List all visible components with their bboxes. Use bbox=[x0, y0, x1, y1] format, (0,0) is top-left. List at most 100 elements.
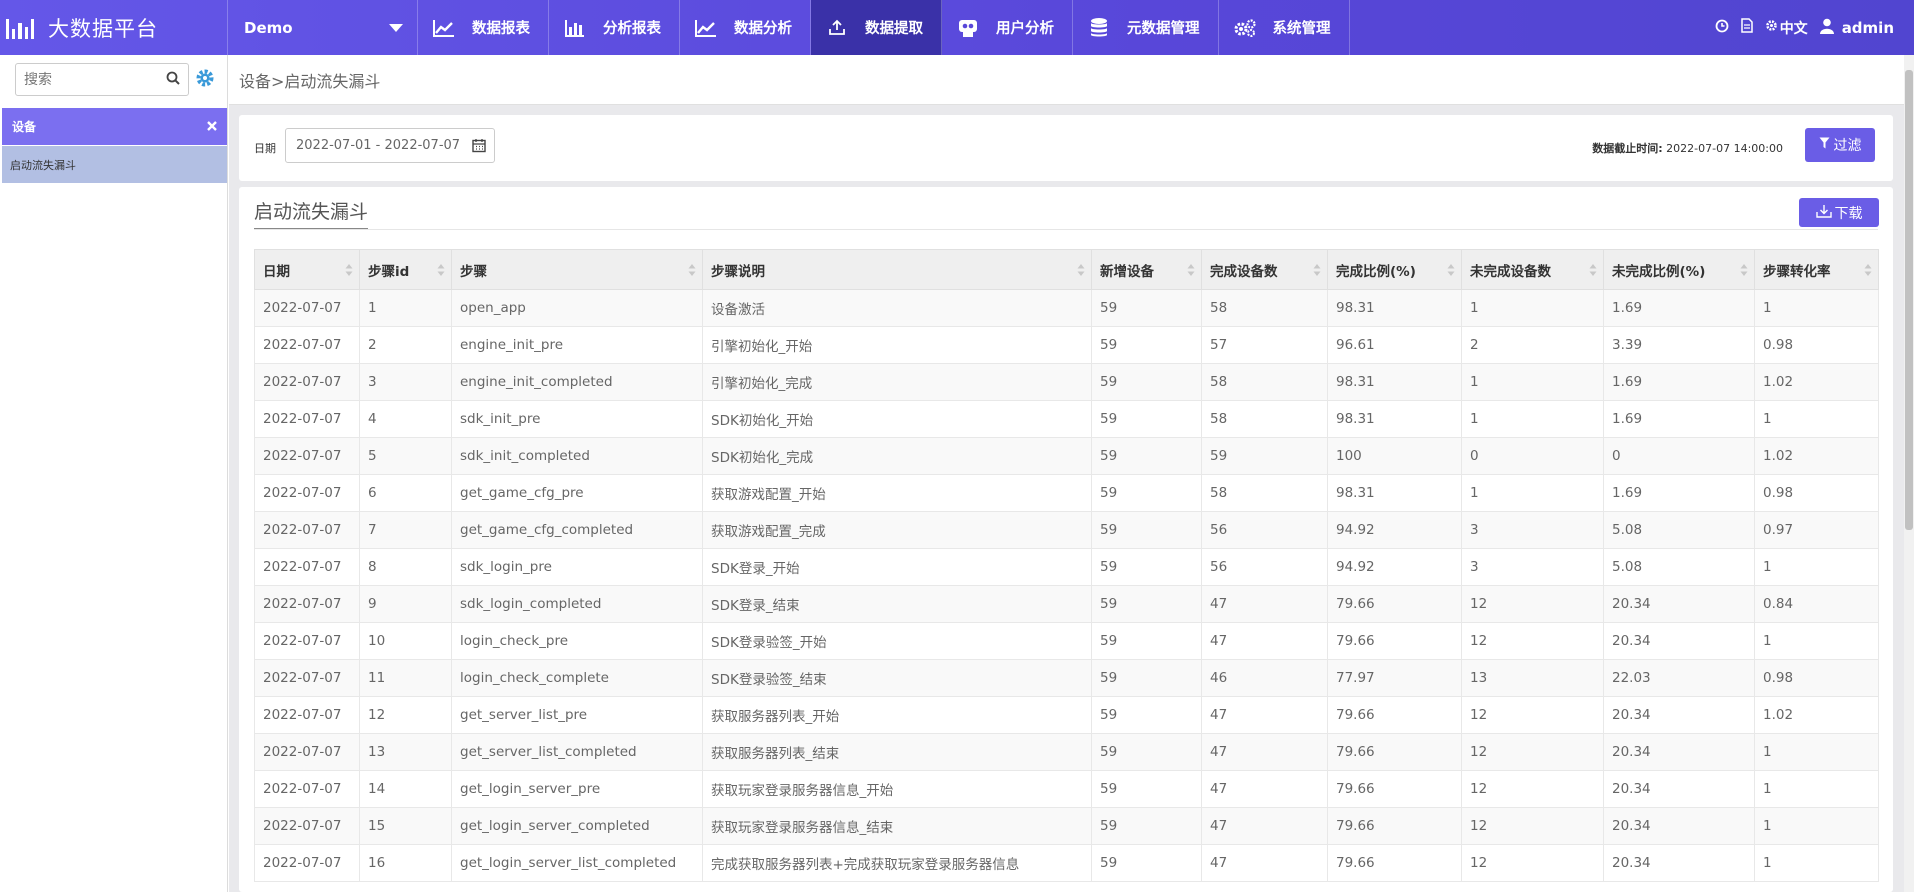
table-cell: 20.34 bbox=[1603, 622, 1755, 660]
nav-item-label: 分析报表 bbox=[603, 21, 661, 37]
breadcrumb: 设备>启动流失漏斗 bbox=[229, 55, 1904, 105]
column-header[interactable]: 未完成比例(%) bbox=[1603, 249, 1755, 290]
table-cell: 13 bbox=[359, 733, 452, 771]
column-header[interactable]: 步骤说明 bbox=[702, 249, 1092, 290]
table-cell: 11 bbox=[359, 659, 452, 697]
table-cell: 4 bbox=[359, 400, 452, 438]
scrollbar-thumb[interactable] bbox=[1905, 70, 1913, 530]
table-row: 2022-07-07 1 open_app 设备激活 59 58 98.31 1 1.69 1 bbox=[254, 289, 1879, 327]
table-cell: 12 bbox=[359, 696, 452, 734]
download-button[interactable]: 下载 bbox=[1799, 198, 1879, 227]
sort-icon[interactable] bbox=[688, 263, 696, 277]
table-row: 2022-07-07 16 get_login_server_list_comple… bbox=[254, 844, 1879, 882]
close-icon[interactable] bbox=[207, 120, 217, 134]
table-cell: 0.98 bbox=[1754, 326, 1879, 364]
project-select[interactable]: Demo bbox=[228, 0, 418, 55]
nav-item-data-report[interactable]: 数据报表 bbox=[418, 0, 549, 55]
table-cell: 47 bbox=[1201, 733, 1328, 771]
table-cell: 2 bbox=[1461, 326, 1604, 364]
sidebar-group-label: 设备 bbox=[12, 120, 37, 134]
sort-icon[interactable] bbox=[1187, 263, 1195, 277]
cutoff-label: 数据截止时间: bbox=[1592, 142, 1663, 155]
table-cell: 2022-07-07 bbox=[254, 622, 360, 660]
sort-icon[interactable] bbox=[1864, 263, 1872, 277]
table-cell: 完成获取服务器列表+完成获取玩家登录服务器信息 bbox=[702, 844, 1092, 882]
table-cell: get_game_cfg_completed bbox=[451, 511, 703, 549]
upload-icon bbox=[819, 19, 855, 37]
table-cell: 9 bbox=[359, 585, 452, 623]
user-menu[interactable]: admin bbox=[1819, 18, 1894, 38]
bar-chart-logo-icon bbox=[6, 17, 35, 39]
download-button-label: 下载 bbox=[1834, 205, 1863, 222]
table-cell: 59 bbox=[1091, 548, 1202, 586]
column-header[interactable]: 未完成设备数 bbox=[1461, 249, 1604, 290]
nav-item-data-extract[interactable]: 数据提取 bbox=[811, 0, 942, 55]
column-header[interactable]: 步骤转化率 bbox=[1754, 249, 1879, 290]
filter-button[interactable]: 过滤 bbox=[1805, 128, 1875, 162]
column-header-label: 新增设备 bbox=[1100, 263, 1154, 280]
table-cell: 59 bbox=[1091, 511, 1202, 549]
top-right-tools: 中文 admin bbox=[1715, 0, 1914, 55]
table-cell: 3.39 bbox=[1603, 326, 1755, 364]
sort-icon[interactable] bbox=[437, 263, 445, 277]
nav-item-data-analysis[interactable]: 数据分析 bbox=[680, 0, 811, 55]
brand[interactable]: 大数据平台 bbox=[0, 0, 228, 55]
main-content: 设备>启动流失漏斗 日期 2022-07-01 - 2022-07-07 数据截… bbox=[229, 55, 1914, 892]
table-cell: 引擎初始化_完成 bbox=[702, 363, 1092, 401]
table-cell: 58 bbox=[1201, 289, 1328, 327]
language-switch[interactable]: 中文 bbox=[1765, 18, 1808, 38]
vertical-scrollbar[interactable] bbox=[1904, 55, 1914, 892]
settings-gear-icon[interactable] bbox=[195, 68, 215, 92]
sort-icon[interactable] bbox=[1077, 263, 1085, 277]
table-cell: 59 bbox=[1091, 326, 1202, 364]
sort-icon[interactable] bbox=[345, 263, 353, 277]
nav-item-system[interactable]: 系统管理 bbox=[1219, 0, 1350, 55]
table-row: 2022-07-07 2 engine_init_pre 引擎初始化_开始 59 57 96… bbox=[254, 326, 1879, 364]
table-cell: 2022-07-07 bbox=[254, 696, 360, 734]
table-cell: get_login_server_pre bbox=[451, 770, 703, 808]
table-cell: SDK登录验签_结束 bbox=[702, 659, 1092, 697]
table-cell: SDK登录验签_开始 bbox=[702, 622, 1092, 660]
gears-icon bbox=[1227, 18, 1263, 38]
filter-button-label: 过滤 bbox=[1833, 138, 1862, 154]
sort-icon[interactable] bbox=[1313, 263, 1321, 277]
nav-item-analysis-report[interactable]: 分析报表 bbox=[549, 0, 680, 55]
table-cell: 2022-07-07 bbox=[254, 326, 360, 364]
table-cell: 59 bbox=[1091, 770, 1202, 808]
nav-item-user-analysis[interactable]: 用户分析 bbox=[942, 0, 1073, 55]
column-header[interactable]: 步骤id bbox=[359, 249, 452, 290]
sidebar-item-launch-funnel[interactable]: 启动流失漏斗 bbox=[2, 146, 227, 183]
table-cell: get_login_server_list_completed bbox=[451, 844, 703, 882]
table-cell: 1.69 bbox=[1603, 363, 1755, 401]
table-cell: 98.31 bbox=[1327, 474, 1462, 512]
sidebar-search bbox=[15, 63, 189, 96]
column-header[interactable]: 完成设备数 bbox=[1201, 249, 1328, 290]
table-cell: engine_init_pre bbox=[451, 326, 703, 364]
table-cell: 56 bbox=[1201, 548, 1328, 586]
table-cell: 1 bbox=[1754, 807, 1879, 845]
cutoff-value: 2022-07-07 14:00:00 bbox=[1666, 142, 1783, 155]
nav-item-metadata[interactable]: 元数据管理 bbox=[1073, 0, 1219, 55]
search-input[interactable] bbox=[16, 64, 156, 95]
table-cell: 59 bbox=[1091, 844, 1202, 882]
column-header[interactable]: 步骤 bbox=[451, 249, 703, 290]
column-header[interactable]: 新增设备 bbox=[1091, 249, 1202, 290]
table-cell: 1.69 bbox=[1603, 474, 1755, 512]
column-header-label: 步骤转化率 bbox=[1763, 263, 1831, 280]
column-header[interactable]: 日期 bbox=[254, 249, 360, 290]
table-cell: 59 bbox=[1091, 363, 1202, 401]
table-cell: 47 bbox=[1201, 844, 1328, 882]
table-cell: 59 bbox=[1091, 437, 1202, 475]
document-icon[interactable] bbox=[1740, 18, 1753, 37]
sort-icon[interactable] bbox=[1589, 263, 1597, 277]
sort-icon[interactable] bbox=[1740, 263, 1748, 277]
sort-icon[interactable] bbox=[1447, 263, 1455, 277]
sidebar-group-device[interactable]: 设备 bbox=[2, 108, 227, 145]
date-range-picker[interactable]: 2022-07-01 - 2022-07-07 bbox=[285, 128, 495, 163]
table-cell: 96.61 bbox=[1327, 326, 1462, 364]
table-cell: 98.31 bbox=[1327, 363, 1462, 401]
search-icon[interactable] bbox=[166, 71, 180, 89]
table-row: 2022-07-07 6 get_game_cfg_pre 获取游戏配置_开始 59 58… bbox=[254, 474, 1879, 512]
column-header[interactable]: 完成比例(%) bbox=[1327, 249, 1462, 290]
clock-icon[interactable] bbox=[1715, 19, 1729, 37]
